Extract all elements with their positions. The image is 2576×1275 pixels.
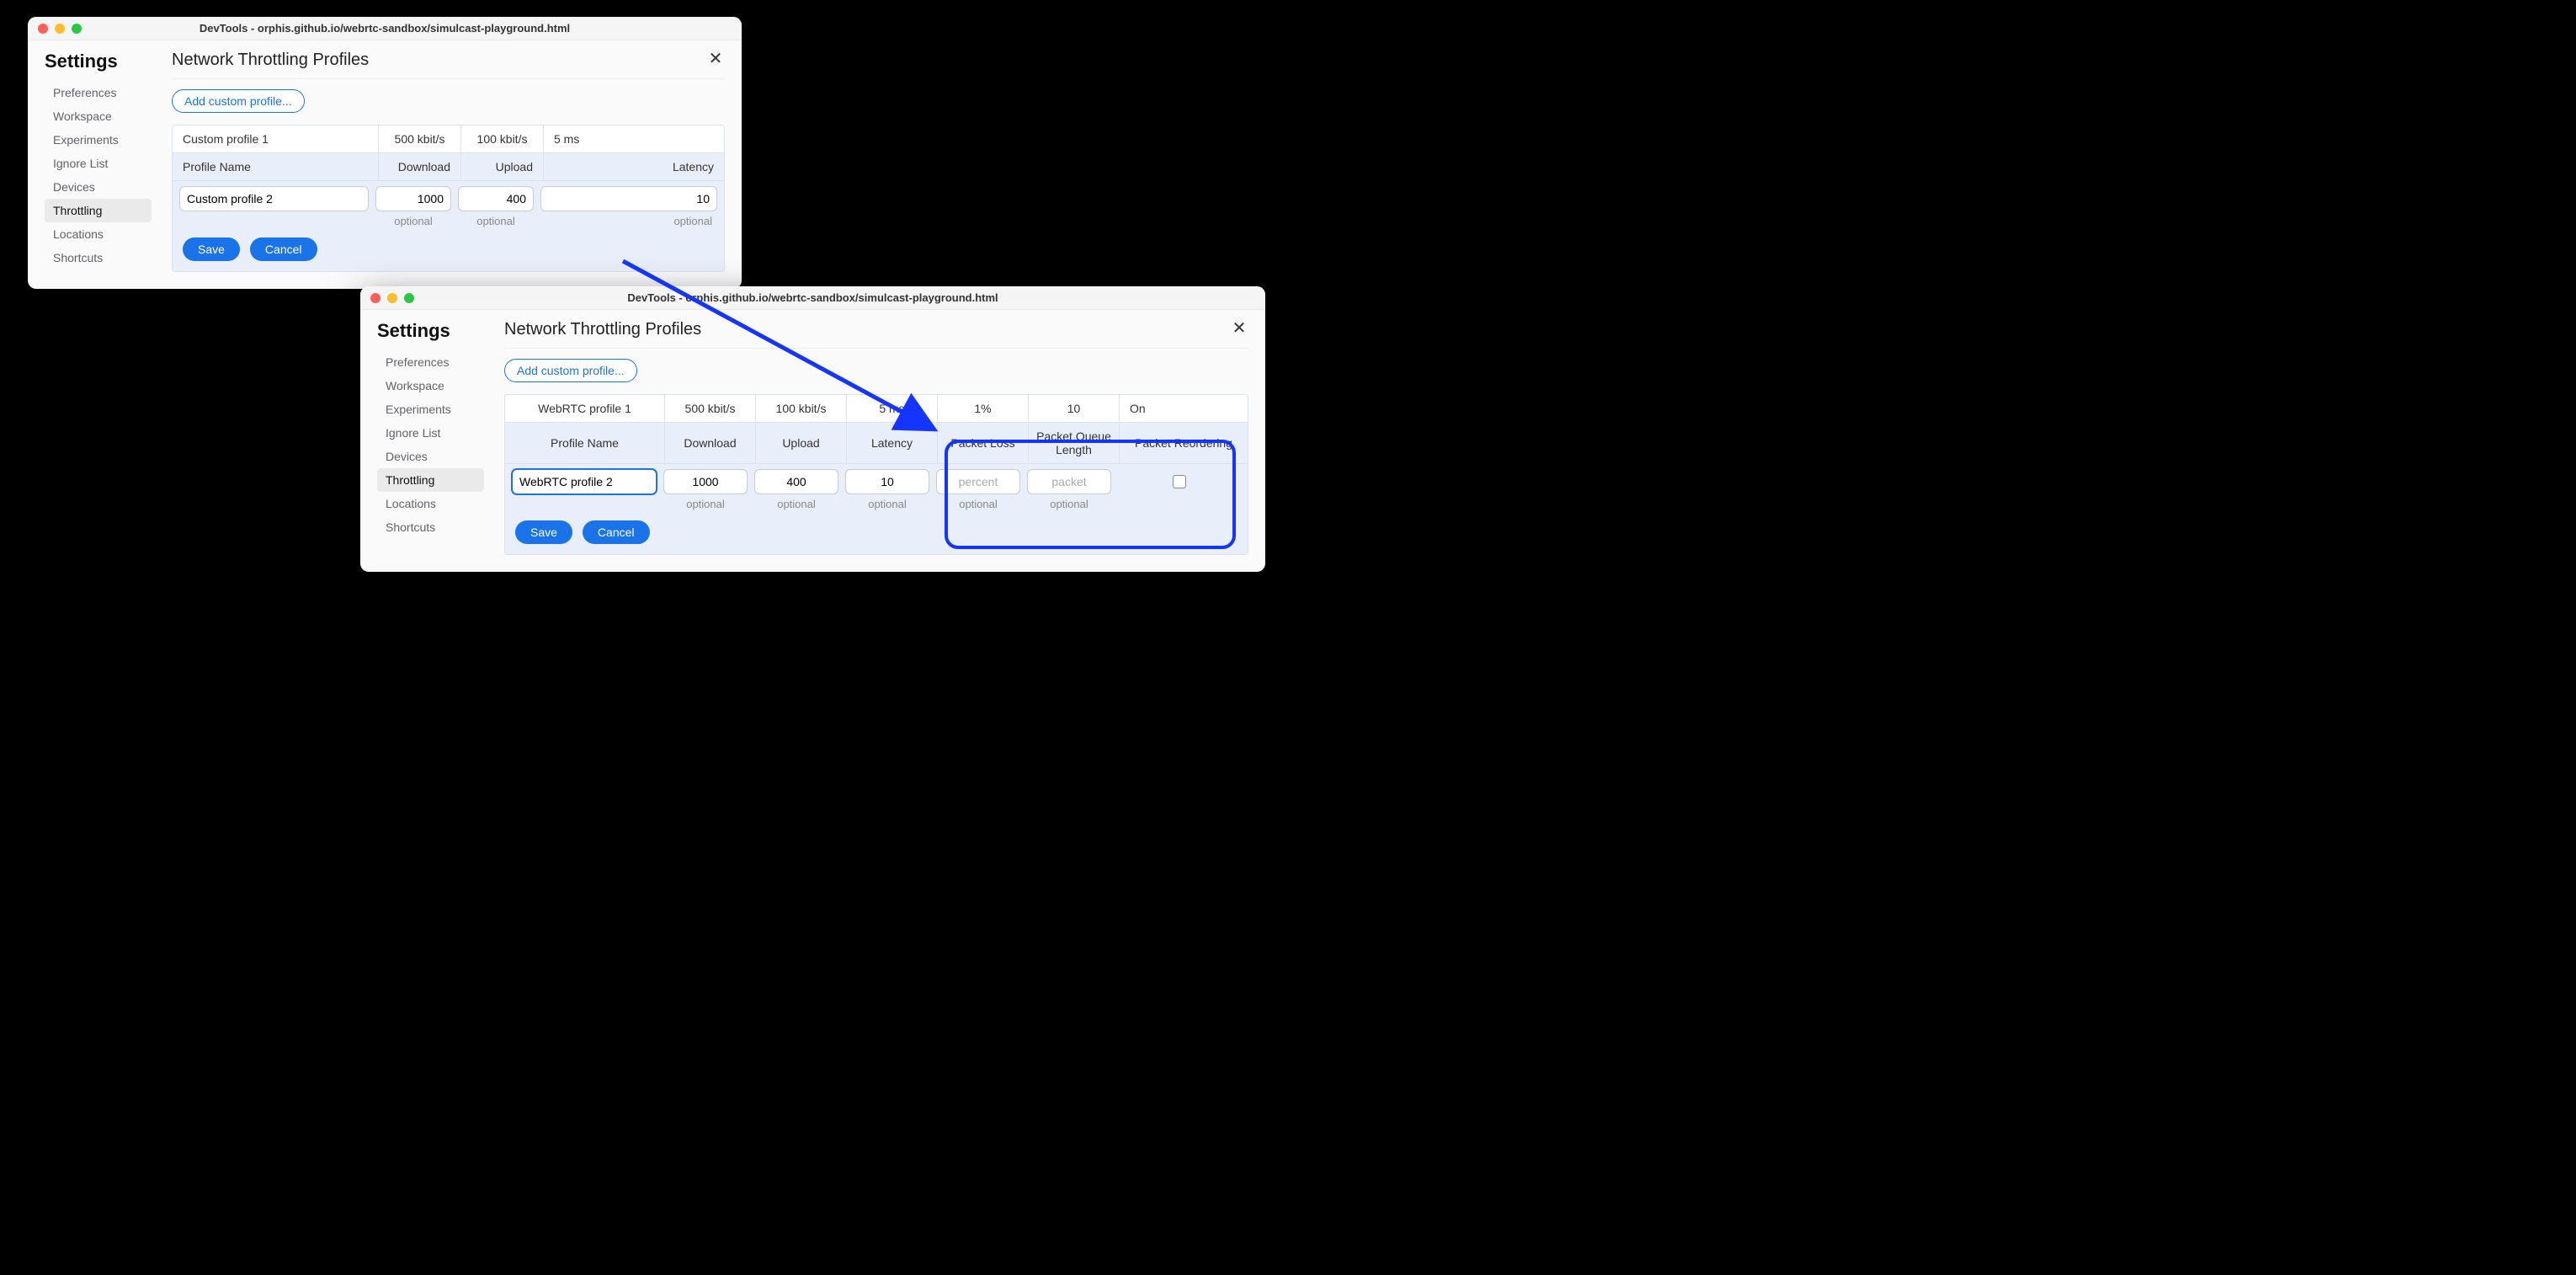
close-icon: ✕: [709, 48, 723, 69]
col-upload: Upload: [756, 423, 847, 463]
sidebar-item-preferences[interactable]: Preferences: [377, 350, 484, 374]
traffic-lights: [28, 24, 82, 34]
sidebar-item-preferences[interactable]: Preferences: [45, 81, 152, 104]
close-window-icon[interactable]: [38, 24, 48, 34]
upload-input[interactable]: [458, 186, 534, 211]
profile-name-input[interactable]: [179, 186, 369, 211]
traffic-lights: [360, 293, 414, 303]
packet-queue-cell: 10: [1029, 395, 1120, 422]
latency-input[interactable]: [540, 186, 717, 211]
close-icon: ✕: [1232, 317, 1247, 339]
save-button[interactable]: Save: [183, 237, 240, 261]
save-button[interactable]: Save: [515, 520, 572, 544]
settings-heading: Settings: [377, 320, 484, 342]
add-custom-profile-button[interactable]: Add custom profile...: [172, 89, 305, 113]
download-hint: optional: [375, 215, 451, 227]
packet-loss-hint: optional: [936, 498, 1020, 510]
packet-queue-hint: optional: [1027, 498, 1111, 510]
sidebar-item-locations[interactable]: Locations: [377, 492, 484, 515]
packet-loss-cell: 1%: [938, 395, 1029, 422]
profiles-table: WebRTC profile 1 500 kbit/s 100 kbit/s 5…: [504, 394, 1248, 555]
cancel-button[interactable]: Cancel: [583, 520, 650, 544]
upload-hint: optional: [754, 498, 838, 510]
minimize-window-icon[interactable]: [55, 24, 65, 34]
devtools-window-new: DevTools - orphis.github.io/webrtc-sandb…: [360, 286, 1265, 572]
latency-cell: 5 ms: [544, 125, 724, 152]
packet-queue-input[interactable]: [1027, 469, 1111, 494]
download-hint: optional: [663, 498, 748, 510]
col-profile-name: Profile Name: [505, 423, 665, 463]
zoom-window-icon[interactable]: [72, 24, 82, 34]
sidebar-item-devices[interactable]: Devices: [45, 175, 152, 199]
col-packet-loss: Packet Loss: [938, 423, 1029, 463]
packet-reorder-checkbox[interactable]: [1173, 475, 1186, 488]
sidebar-item-workspace[interactable]: Workspace: [45, 104, 152, 128]
upload-input[interactable]: [754, 469, 838, 494]
profile-row[interactable]: Custom profile 1 500 kbit/s 100 kbit/s 5…: [173, 125, 724, 153]
col-profile-name: Profile Name: [173, 153, 379, 180]
col-download: Download: [379, 153, 461, 180]
panel-title: Network Throttling Profiles: [504, 320, 1248, 349]
cancel-button[interactable]: Cancel: [250, 237, 317, 261]
col-latency: Latency: [544, 153, 724, 180]
upload-cell: 100 kbit/s: [461, 125, 544, 152]
sidebar-item-throttling[interactable]: Throttling: [45, 199, 152, 222]
sidebar-item-locations[interactable]: Locations: [45, 222, 152, 246]
latency-hint: optional: [845, 498, 929, 510]
sidebar-item-workspace[interactable]: Workspace: [377, 374, 484, 397]
sidebar-item-experiments[interactable]: Experiments: [45, 128, 152, 152]
download-input[interactable]: [375, 186, 451, 211]
col-packet-reorder: Packet Reordering: [1120, 423, 1248, 463]
settings-sidebar: Settings PreferencesWorkspaceExperiments…: [377, 320, 491, 555]
sidebar-item-shortcuts[interactable]: Shortcuts: [377, 515, 484, 539]
latency-cell: 5 ms: [847, 395, 938, 422]
column-headers: Profile Name Download Upload Latency Pac…: [505, 423, 1248, 464]
close-panel-button[interactable]: ✕: [706, 49, 725, 67]
download-cell: 500 kbit/s: [379, 125, 461, 152]
column-headers: Profile Name Download Upload Latency: [173, 153, 724, 181]
settings-sidebar: Settings PreferencesWorkspaceExperiments…: [45, 51, 158, 272]
upload-cell: 100 kbit/s: [756, 395, 847, 422]
zoom-window-icon[interactable]: [404, 293, 414, 303]
latency-hint: optional: [540, 215, 717, 227]
settings-heading: Settings: [45, 51, 152, 72]
col-upload: Upload: [461, 153, 544, 180]
minimize-window-icon[interactable]: [387, 293, 397, 303]
close-panel-button[interactable]: ✕: [1230, 318, 1248, 337]
profiles-table: Custom profile 1 500 kbit/s 100 kbit/s 5…: [172, 125, 725, 272]
add-custom-profile-button[interactable]: Add custom profile...: [504, 359, 637, 382]
download-cell: 500 kbit/s: [665, 395, 756, 422]
col-download: Download: [665, 423, 756, 463]
packet-loss-input[interactable]: [936, 469, 1020, 494]
titlebar: DevTools - orphis.github.io/webrtc-sandb…: [360, 286, 1265, 310]
sidebar-item-ignore-list[interactable]: Ignore List: [45, 152, 152, 175]
sidebar-item-experiments[interactable]: Experiments: [377, 397, 484, 421]
devtools-window-old: DevTools - orphis.github.io/webrtc-sandb…: [28, 17, 742, 289]
titlebar: DevTools - orphis.github.io/webrtc-sandb…: [28, 17, 742, 40]
sidebar-item-shortcuts[interactable]: Shortcuts: [45, 246, 152, 269]
profile-name-input[interactable]: [512, 469, 657, 494]
panel-title: Network Throttling Profiles: [172, 51, 725, 79]
upload-hint: optional: [458, 215, 534, 227]
sidebar-item-throttling[interactable]: Throttling: [377, 468, 484, 492]
window-title: DevTools - orphis.github.io/webrtc-sandb…: [28, 22, 742, 35]
col-packet-queue: Packet Queue Length: [1029, 423, 1120, 463]
sidebar-item-devices[interactable]: Devices: [377, 445, 484, 468]
edit-profile-section: optional optional optional Save Cancel: [173, 181, 724, 271]
profile-name-cell: WebRTC profile 1: [505, 395, 665, 422]
profile-row[interactable]: WebRTC profile 1 500 kbit/s 100 kbit/s 5…: [505, 395, 1248, 423]
profile-name-cell: Custom profile 1: [173, 125, 379, 152]
close-window-icon[interactable]: [370, 293, 381, 303]
download-input[interactable]: [663, 469, 748, 494]
sidebar-item-ignore-list[interactable]: Ignore List: [377, 421, 484, 445]
edit-profile-section: optional optional optional optional opti…: [505, 464, 1248, 554]
latency-input[interactable]: [845, 469, 929, 494]
window-title: DevTools - orphis.github.io/webrtc-sandb…: [360, 291, 1265, 304]
packet-reorder-cell: On: [1120, 395, 1248, 422]
col-latency: Latency: [847, 423, 938, 463]
